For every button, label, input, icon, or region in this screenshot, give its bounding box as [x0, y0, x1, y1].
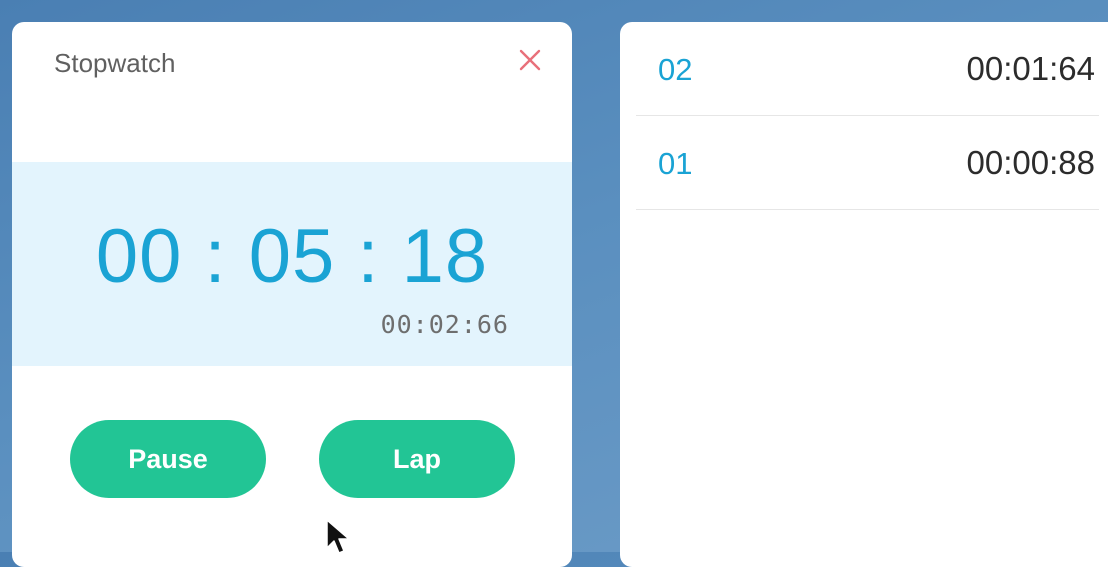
- stopwatch-panel: Stopwatch 00 : 05 : 18 00:02:66 Pause La…: [12, 22, 572, 567]
- pause-button[interactable]: Pause: [70, 420, 266, 498]
- panel-title: Stopwatch: [54, 48, 176, 78]
- lap-row: 01 00:00:88: [636, 116, 1099, 210]
- time-display: 00 : 05 : 18 00:02:66: [12, 162, 572, 366]
- mouse-pointer-icon: [326, 519, 350, 554]
- lap-time: 00:01:64: [966, 50, 1095, 87]
- lap-number: 02: [658, 52, 693, 87]
- laps-panel: 02 00:01:64 01 00:00:88: [620, 22, 1108, 567]
- lap-button[interactable]: Lap: [319, 420, 515, 498]
- current-lap-time: 00:02:66: [380, 310, 509, 339]
- lap-row: 02 00:01:64: [636, 22, 1099, 116]
- elapsed-time: 00 : 05 : 18: [95, 214, 489, 299]
- close-icon[interactable]: [516, 46, 544, 74]
- lap-number: 01: [658, 146, 693, 181]
- lap-time: 00:00:88: [966, 144, 1095, 181]
